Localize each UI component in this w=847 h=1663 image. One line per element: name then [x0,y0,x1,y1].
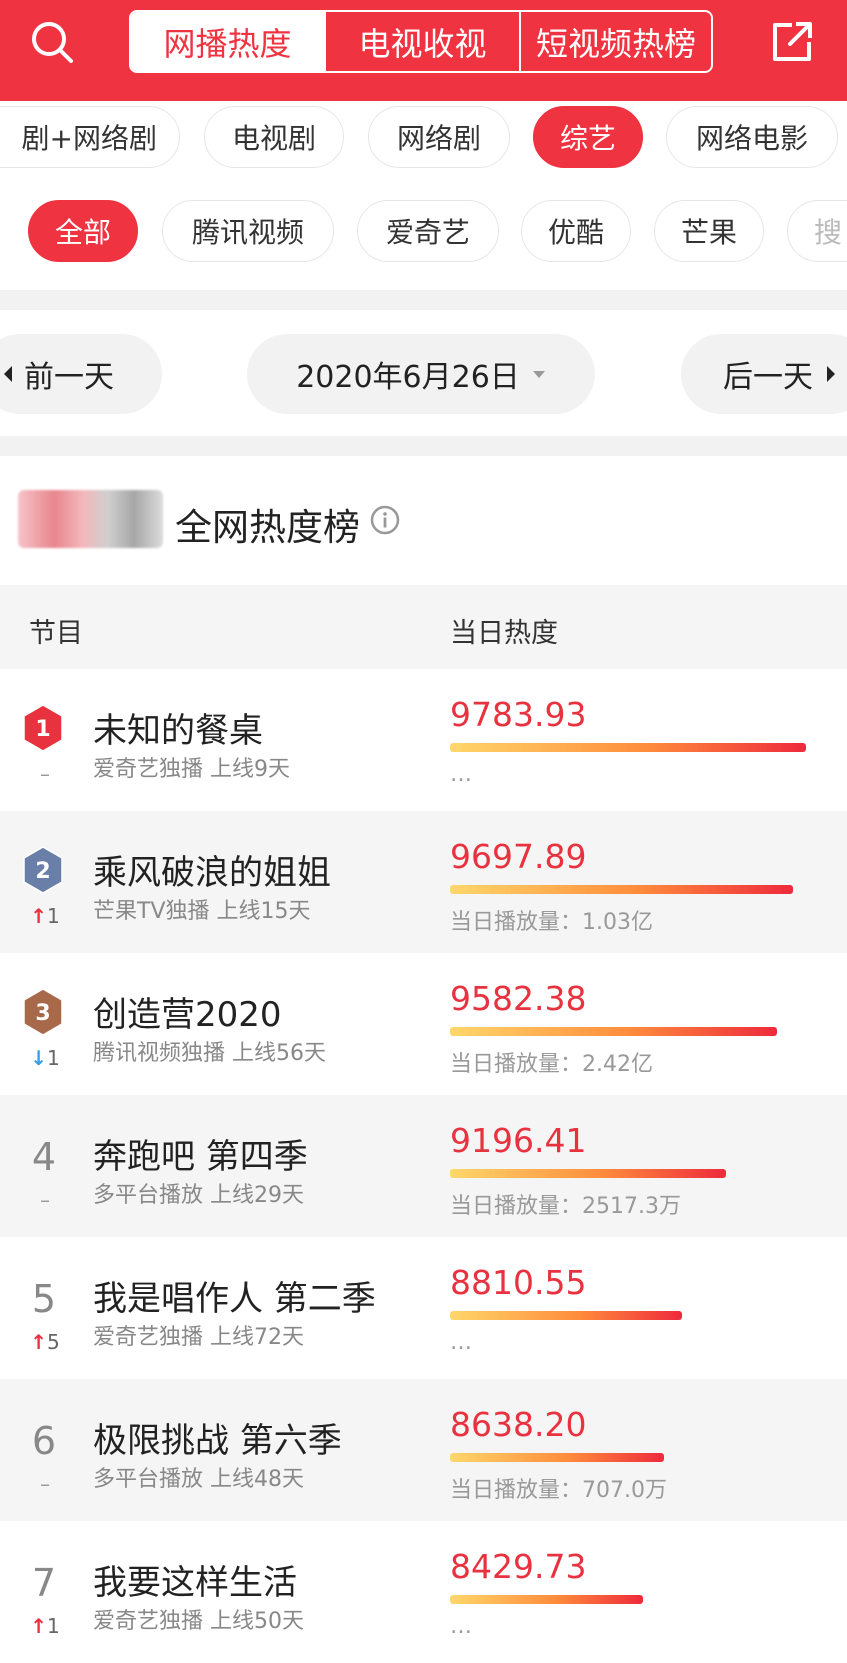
next-day-button[interactable]: 后一天 [681,334,847,414]
blurred-brand-logo [18,490,163,548]
heat-bar [450,1169,726,1178]
caret-left-icon [4,366,12,382]
daily-play-count: 当日播放量：2.42亿 [450,1052,653,1077]
top-bar: 网播热度 电视收视 短视频热榜 [0,0,847,101]
program-name: 极限挑战 第六季 [93,1421,342,1461]
column-daily-heat: 当日热度 [450,618,558,649]
heat-score: 9783.93 [450,695,587,734]
tab-short-video[interactable]: 短视频热榜 [519,12,711,71]
program-name: 奔跑吧 第四季 [93,1137,308,1177]
heat-score: 9697.89 [450,837,587,876]
table-row[interactable]: 6 – 极限挑战 第六季多平台播放 上线48天 8638.20 当日播放量：707.0万 [0,1379,847,1521]
table-row[interactable]: 3 ↓1 创造营2020 腾讯视频独播 上线56天 9582.38 当日播放量：2.42亿 [0,953,847,1095]
rank-change: ↑5 [30,1330,60,1354]
section-divider [0,290,847,310]
rank-change: – [40,1472,50,1496]
caret-down-icon [532,370,545,378]
arrow-down-icon: ↓ [30,1046,48,1070]
heat-score: 8429.73 [450,1547,587,1586]
daily-play-count: … [450,1330,472,1355]
category-drama-web[interactable]: 剧+网络剧 [0,106,180,168]
search-icon[interactable] [30,20,74,64]
table-row[interactable]: 2 ↑1 乘风破浪的姐姐芒果TV独播 上线15天 9697.89 当日播放量：1.03亿 [0,811,847,953]
arrow-up-icon: ↑ [30,1330,48,1354]
daily-play-count: 当日播放量：707.0万 [450,1478,667,1503]
rank-number: 4 [31,1135,57,1179]
program-meta: 爱奇艺独播 上线72天 [93,1325,304,1350]
rank-medal-icon: 3 [23,988,63,1036]
tab-tv-ratings[interactable]: 电视收视 [324,12,519,71]
category-web-drama[interactable]: 网络剧 [368,106,510,168]
platform-all[interactable]: 全部 [28,200,138,262]
next-day-label: 后一天 [723,360,813,395]
platform-more[interactable]: 搜 [787,200,847,262]
heat-bar [450,743,806,752]
heat-score: 9196.41 [450,1121,587,1160]
program-meta: 多平台播放 上线29天 [93,1183,304,1208]
table-header: 节目 当日热度 [0,585,847,669]
table-row[interactable]: 5 ↑5 我是唱作人 第二季爱奇艺独播 上线72天 8810.55 … [0,1237,847,1379]
heat-bar [450,1453,664,1462]
rank-number: 2 [35,859,50,884]
table-row[interactable]: 4 – 奔跑吧 第四季多平台播放 上线29天 9196.41 当日播放量：2517.3万 [0,1095,847,1237]
program-name: 乘风破浪的姐姐 [93,853,331,893]
date-label: 2020年6月26日 [296,360,520,395]
prev-day-button[interactable]: 前一天 [0,334,162,414]
section-divider [0,436,847,456]
share-icon[interactable] [770,20,814,64]
tab-web-heat[interactable]: 网播热度 [131,12,324,71]
board-title: 全网热度榜 [175,506,360,549]
platform-iqiyi[interactable]: 爱奇艺 [357,200,499,262]
program-meta: 芒果TV独播 上线15天 [93,899,311,924]
heat-score: 9582.38 [450,979,587,1018]
info-icon[interactable] [370,505,400,535]
table-row[interactable]: 1 – 未知的餐桌爱奇艺独播 上线9天 9783.93 … [0,669,847,811]
rank-number: 5 [31,1277,57,1321]
rank-number: 7 [31,1561,57,1605]
daily-play-count: … [450,1614,472,1639]
category-tv-drama[interactable]: 电视剧 [204,106,344,168]
rank-number: 1 [35,717,50,742]
rank-change: ↑1 [30,904,60,928]
arrow-up-icon: ↑ [30,904,48,928]
rank-number: 6 [31,1419,57,1463]
program-meta: 腾讯视频独播 上线56天 [93,1041,326,1066]
arrow-up-icon: ↑ [30,1614,48,1638]
heat-bar [450,1595,643,1604]
table-row[interactable]: 7 ↑1 我要这样生活爱奇艺独播 上线50天 8429.73 … [0,1521,847,1663]
program-name: 未知的餐桌 [93,711,263,751]
program-name: 我是唱作人 第二季 [93,1279,376,1319]
heat-bar [450,1311,682,1320]
heat-score: 8638.20 [450,1405,587,1444]
rank-change: – [40,762,50,786]
rank-change: – [40,1188,50,1212]
platform-tencent[interactable]: 腾讯视频 [162,200,334,262]
heat-bar [450,1027,777,1036]
prev-day-label: 前一天 [24,360,114,395]
rank-medal-icon: 1 [23,704,63,752]
platform-mango[interactable]: 芒果 [654,200,764,262]
program-meta: 爱奇艺独播 上线50天 [93,1609,304,1634]
rank-number: 3 [35,1001,50,1026]
caret-right-icon [827,366,835,382]
rank-change: ↓1 [30,1046,60,1070]
daily-play-count: 当日播放量：2517.3万 [450,1194,681,1219]
top-tab-switcher: 网播热度 电视收视 短视频热榜 [129,10,713,73]
rank-medal-icon: 2 [23,846,63,894]
category-variety[interactable]: 综艺 [533,106,643,168]
date-picker[interactable]: 2020年6月26日 [247,334,595,414]
category-web-movie[interactable]: 网络电影 [666,106,838,168]
heat-bar [450,885,793,894]
rank-change: ↑1 [30,1614,60,1638]
program-name: 创造营2020 [93,995,282,1035]
heat-score: 8810.55 [450,1263,587,1302]
daily-play-count: 当日播放量：1.03亿 [450,910,653,935]
platform-youku[interactable]: 优酷 [521,200,631,262]
program-meta: 爱奇艺独播 上线9天 [93,757,290,782]
program-meta: 多平台播放 上线48天 [93,1467,304,1492]
column-program: 节目 [29,618,83,649]
program-name: 我要这样生活 [93,1563,297,1603]
daily-play-count: … [450,762,472,787]
